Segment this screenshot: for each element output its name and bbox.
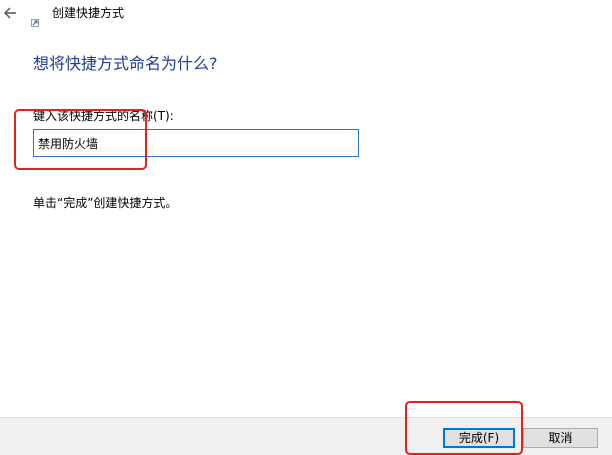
highlight-box-finish-button <box>405 401 523 455</box>
wizard-title: 创建快捷方式 <box>52 6 125 20</box>
highlight-box-name-input <box>14 109 147 170</box>
cancel-button[interactable]: 取消 <box>523 428 598 448</box>
arrow-left-icon <box>4 7 16 19</box>
finish-hint-text: 单击“完成”创建快捷方式。 <box>33 196 178 210</box>
back-button[interactable] <box>2 4 18 22</box>
page-heading: 想将快捷方式命名为什么? <box>33 54 218 73</box>
title-bar: 创建快捷方式 <box>0 0 612 30</box>
shortcut-icon <box>31 12 39 27</box>
